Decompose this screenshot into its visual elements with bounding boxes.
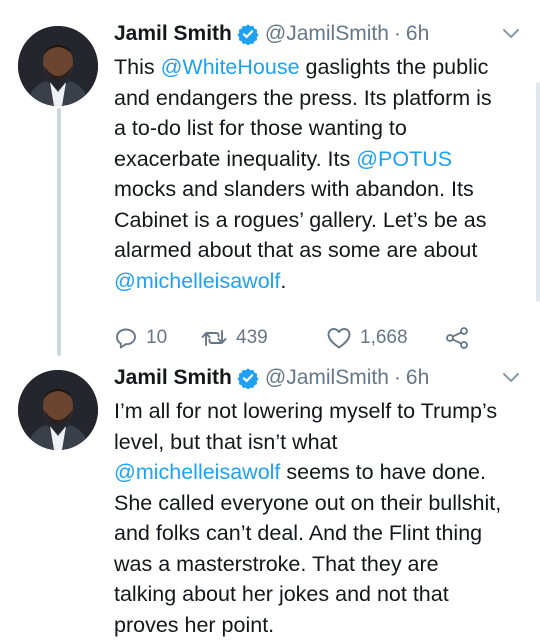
reply-button[interactable]: 10: [114, 326, 200, 350]
tweet-actions: 10 439 1,668: [114, 326, 526, 350]
chevron-down-icon[interactable]: [502, 370, 520, 388]
reply-icon: [116, 328, 136, 349]
retweet-icon: [201, 330, 227, 346]
share-icon: [446, 327, 468, 349]
verified-badge-icon: [237, 367, 259, 389]
mention-link[interactable]: @WhiteHouse: [161, 55, 300, 79]
avatar[interactable]: [18, 370, 98, 450]
separator: ·: [393, 22, 401, 45]
mention-link[interactable]: @michelleisawolf: [114, 269, 280, 293]
tweet-header: Jamil Smith @JamilSmith · 6h: [114, 16, 526, 52]
mention-link[interactable]: @michelleisawolf: [114, 460, 280, 484]
tweet-text: This @WhiteHouse gaslights the public an…: [114, 52, 526, 296]
reply-count: 10: [146, 327, 168, 348]
like-count: 1,668: [360, 327, 408, 348]
tweet-text-segment: .: [280, 268, 287, 293]
separator: ·: [393, 366, 401, 389]
retweet-button[interactable]: 439: [200, 326, 326, 350]
timestamp[interactable]: 6h: [406, 366, 429, 390]
author-name[interactable]: Jamil Smith: [114, 366, 232, 390]
thread-connector-line: [57, 108, 61, 356]
tweet-header: Jamil Smith @JamilSmith · 6h: [114, 360, 526, 396]
verified-badge-icon: [237, 23, 259, 45]
heart-icon: [327, 328, 351, 349]
author-handle[interactable]: @JamilSmith: [265, 366, 389, 390]
retweet-count: 439: [236, 327, 268, 348]
author-handle[interactable]: @JamilSmith: [265, 22, 389, 46]
author-name[interactable]: Jamil Smith: [114, 22, 232, 46]
tweet-text-segment: mocks and slanders with abandon. Its Cab…: [114, 177, 487, 262]
mention-link[interactable]: @POTUS: [356, 147, 452, 171]
tweet-text-segment: I’m all for not lowering myself to Trump…: [114, 399, 498, 454]
avatar[interactable]: [18, 26, 98, 106]
like-button[interactable]: 1,668: [326, 326, 444, 350]
chevron-down-icon[interactable]: [502, 26, 520, 44]
tweet-text-segment: This: [114, 55, 161, 79]
scrollbar[interactable]: [536, 82, 540, 302]
timestamp[interactable]: 6h: [406, 22, 429, 46]
tweet-text: I’m all for not lowering myself to Trump…: [114, 396, 526, 640]
share-button[interactable]: [444, 326, 470, 350]
tweet-text-segment: seems to have done. She called everyone …: [114, 460, 502, 637]
